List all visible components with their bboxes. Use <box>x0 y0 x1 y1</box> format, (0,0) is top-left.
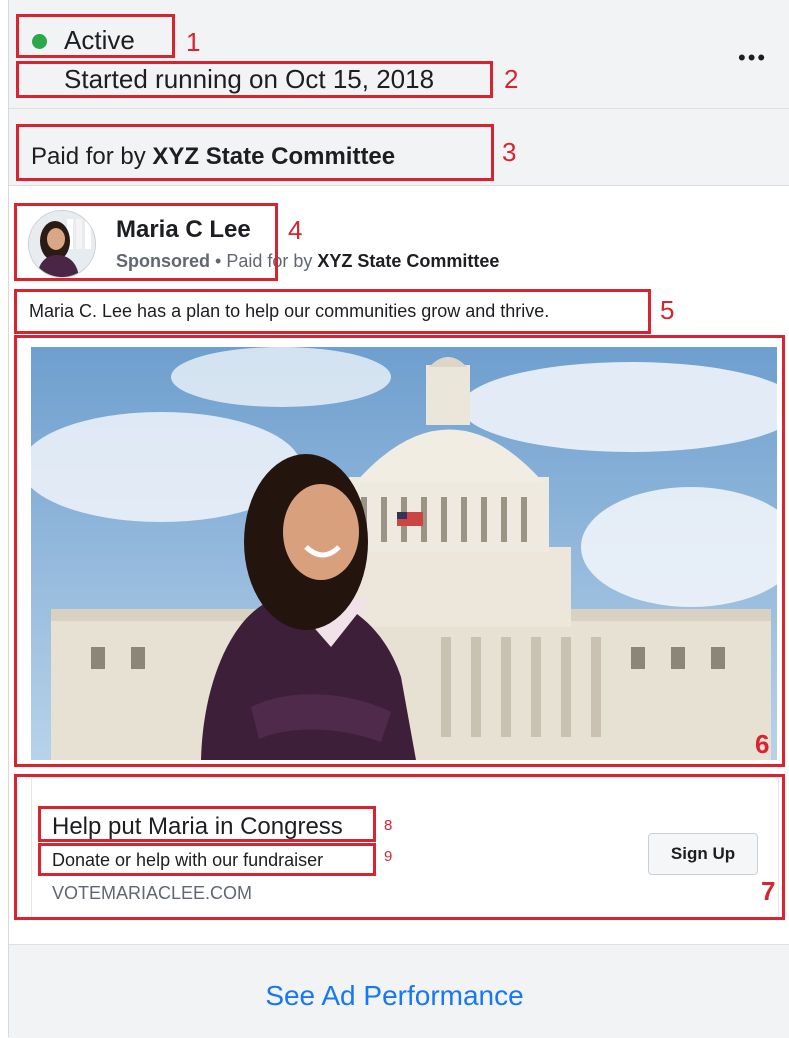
annotation-number-5: 5 <box>660 295 675 325</box>
annotation-number-7: 7 <box>761 876 776 906</box>
post-payer-name: XYZ State Committee <box>317 251 500 271</box>
post-body-text: Maria C. Lee has a plan to help our comm… <box>29 301 550 321</box>
status-label: Active <box>64 25 135 55</box>
sign-up-button[interactable]: Sign Up <box>648 833 758 875</box>
paid-for-prefix: Paid for by <box>31 143 153 170</box>
ad-image[interactable] <box>31 347 777 760</box>
annotation-number-9: 9 <box>384 848 393 865</box>
paid-for-name: XYZ State Committee <box>152 143 396 170</box>
post-subline: Sponsored • Paid for by XYZ State Commit… <box>116 251 499 272</box>
post-author-name[interactable]: Maria C Lee <box>116 216 251 244</box>
cta-domain[interactable]: VOTEMARIACLEE.COM <box>52 883 252 904</box>
capitol-photo-icon <box>31 347 777 760</box>
avatar-photo-icon <box>29 211 95 277</box>
annotation-number-8: 8 <box>384 817 393 834</box>
avatar[interactable] <box>28 210 96 278</box>
sponsored-label: Sponsored <box>116 251 211 271</box>
more-horizontal-icon[interactable]: ••• <box>738 47 767 69</box>
annotation-number-1: 1 <box>186 27 201 57</box>
cta-headline[interactable]: Help put Maria in Congress <box>52 813 343 841</box>
annotation-number-4: 4 <box>288 215 303 245</box>
started-running-date: Started running on Oct 15, 2018 <box>64 64 435 94</box>
see-ad-performance-link[interactable]: See Ad Performance <box>0 980 789 1012</box>
active-status-dot <box>32 34 47 49</box>
cta-description: Donate or help with our fundraiser <box>52 850 324 870</box>
annotation-number-2: 2 <box>504 64 519 94</box>
paid-for-separator: • Paid for by <box>210 251 318 271</box>
paid-for-line: Paid for by XYZ State Committee <box>31 143 395 171</box>
annotation-number-6: 6 <box>755 729 770 759</box>
annotation-number-3: 3 <box>502 137 517 167</box>
